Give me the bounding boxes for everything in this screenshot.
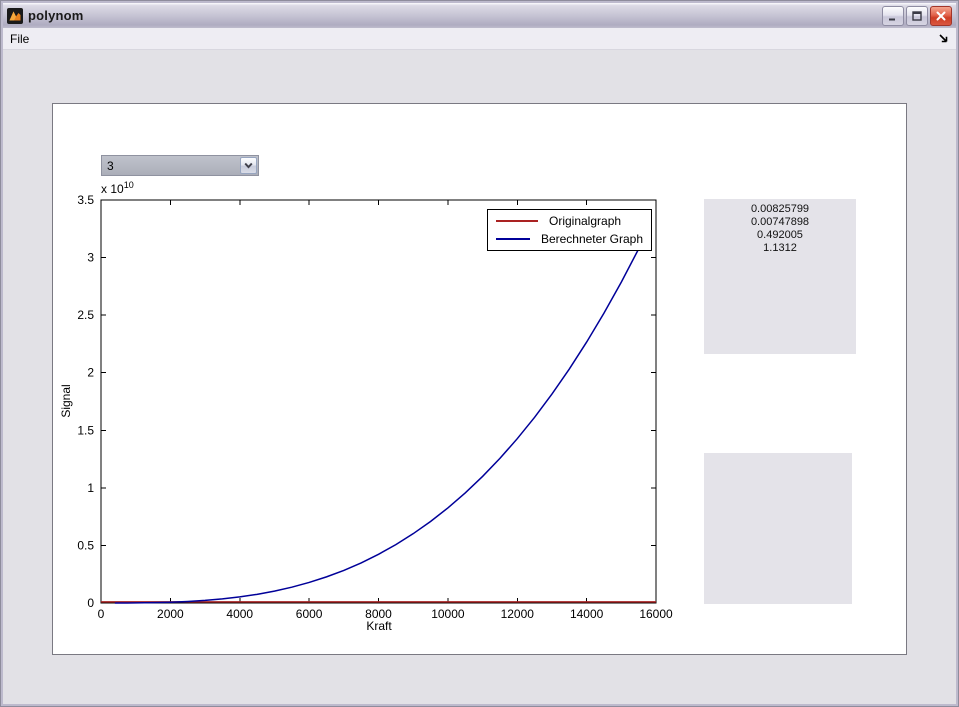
minimize-icon xyxy=(887,10,899,22)
figure-canvas: 020004000600080001000012000140001600000.… xyxy=(52,103,907,655)
svg-text:4000: 4000 xyxy=(226,607,253,621)
plot-legend[interactable]: Originalgraph Berechneter Graph xyxy=(487,209,652,251)
svg-text:12000: 12000 xyxy=(501,607,535,621)
svg-text:2000: 2000 xyxy=(157,607,184,621)
svg-text:0: 0 xyxy=(98,607,105,621)
app-window: polynom File xyxy=(0,0,959,707)
svg-text:10000: 10000 xyxy=(431,607,465,621)
y-axis-label: Signal xyxy=(59,384,73,417)
close-button[interactable] xyxy=(930,6,952,26)
menu-item-file[interactable]: File xyxy=(3,30,36,48)
y-axis-exponent-label: x 1010 xyxy=(101,180,134,196)
menu-bar: File xyxy=(3,28,956,50)
coefficients-panel[interactable]: 0.00825799 0.00747898 0.492005 1.1312 xyxy=(704,199,856,354)
svg-text:2.5: 2.5 xyxy=(77,308,94,322)
x-axis-label: Kraft xyxy=(333,619,425,633)
svg-text:0.5: 0.5 xyxy=(77,538,94,552)
minimize-button[interactable] xyxy=(882,6,904,26)
legend-label: Originalgraph xyxy=(549,214,621,228)
coefficient-value: 0.00825799 xyxy=(704,203,856,216)
legend-label: Berechneter Graph xyxy=(541,232,643,246)
maximize-icon xyxy=(911,10,923,22)
close-icon xyxy=(935,10,947,22)
matlab-app-icon xyxy=(7,8,23,24)
dock-arrow-icon[interactable] xyxy=(937,32,950,45)
empty-panel[interactable] xyxy=(704,453,852,604)
legend-line-sample xyxy=(496,238,530,240)
legend-entry: Originalgraph xyxy=(488,212,651,230)
degree-dropdown[interactable]: 3 xyxy=(101,155,259,176)
svg-text:14000: 14000 xyxy=(570,607,604,621)
svg-text:1.5: 1.5 xyxy=(77,423,94,437)
maximize-button[interactable] xyxy=(906,6,928,26)
title-bar[interactable]: polynom xyxy=(3,3,956,28)
chevron-down-icon xyxy=(242,159,255,172)
legend-entry: Berechneter Graph xyxy=(488,230,651,248)
dropdown-arrow-button[interactable] xyxy=(240,157,257,174)
svg-text:16000: 16000 xyxy=(639,607,673,621)
coefficient-value: 0.00747898 xyxy=(704,216,856,229)
legend-line-sample xyxy=(496,220,538,222)
svg-text:3: 3 xyxy=(87,251,94,265)
degree-dropdown-value: 3 xyxy=(102,159,240,173)
coefficient-value: 1.1312 xyxy=(704,242,856,255)
svg-text:2: 2 xyxy=(87,366,94,380)
svg-text:0: 0 xyxy=(87,596,94,610)
coefficient-value: 0.492005 xyxy=(704,229,856,242)
window-title: polynom xyxy=(28,8,84,23)
svg-text:1: 1 xyxy=(87,481,94,495)
svg-text:3.5: 3.5 xyxy=(77,193,94,207)
svg-text:6000: 6000 xyxy=(296,607,323,621)
